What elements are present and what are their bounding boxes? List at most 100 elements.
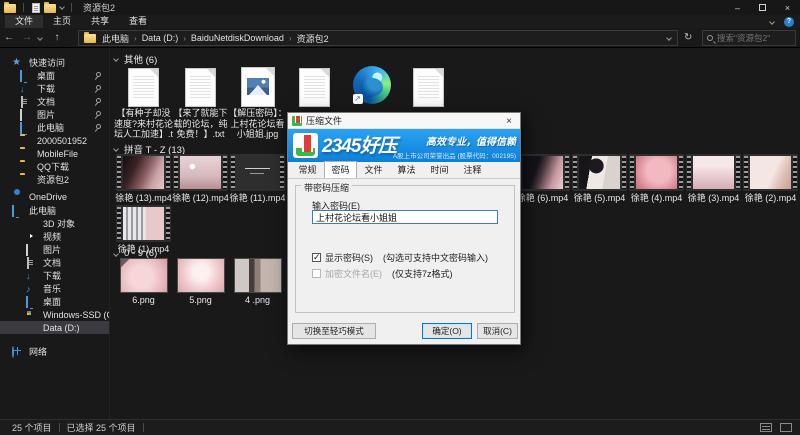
tab-files[interactable]: 文件 xyxy=(357,163,390,178)
navigation-pane: ★ 快速访问 桌面 ↓ 下载 文档 图片 此电脑 2000501952 xyxy=(0,48,110,419)
sidebar-item-pictures-pc[interactable]: 图片 xyxy=(0,243,109,256)
restore-button[interactable] xyxy=(750,0,775,15)
sidebar-network[interactable]: 网络 xyxy=(0,345,109,358)
encrypt-name-row: 加密文件名(E) (仅支持7z格式) xyxy=(312,267,453,280)
qat-new-folder-icon[interactable] xyxy=(44,4,56,13)
app-folder-icon xyxy=(4,4,16,13)
tab-comment[interactable]: 注释 xyxy=(456,163,489,178)
sidebar-this-pc[interactable]: 此电脑 xyxy=(0,204,109,217)
up-button[interactable]: ↑ xyxy=(48,32,66,43)
file-item-txt[interactable] xyxy=(400,62,457,108)
sidebar-item-folder[interactable]: 2000501952 xyxy=(0,134,109,147)
breadcrumb-current[interactable]: 资源包2 xyxy=(297,32,329,45)
file-item-txt[interactable]: 【来了就能下载的论坛，纯免费！】.txt xyxy=(172,62,229,140)
separator xyxy=(143,423,144,432)
cancel-button[interactable]: 取消(C) xyxy=(477,323,518,339)
tab-general[interactable]: 常规 xyxy=(291,163,324,178)
encrypt-name-label: 加密文件名(E) xyxy=(325,267,382,280)
breadcrumb-folder[interactable]: BaiduNetdiskDownload xyxy=(191,33,284,43)
file-item-txt[interactable] xyxy=(286,62,343,108)
file-item-video[interactable]: 徐艳 (4).mp4 xyxy=(628,154,685,204)
dialog-close-button[interactable]: × xyxy=(498,113,520,129)
sidebar-item-drive-d[interactable]: Data (D:) xyxy=(0,321,109,334)
file-item-video[interactable]: 徐艳 (13).mp4 xyxy=(115,154,172,204)
separator xyxy=(59,423,60,432)
haozip-app-icon xyxy=(292,116,302,126)
menu-tab-view[interactable]: 查看 xyxy=(119,15,157,28)
menu-tab-share[interactable]: 共享 xyxy=(81,15,119,28)
forward-button[interactable]: → xyxy=(18,32,36,43)
back-button[interactable]: ← xyxy=(0,32,18,43)
sidebar-item-downloads[interactable]: ↓ 下载 xyxy=(0,82,109,95)
search-box[interactable] xyxy=(702,30,796,46)
tab-algorithm[interactable]: 算法 xyxy=(390,163,423,178)
file-item-video[interactable]: 徐艳 (3).mp4 xyxy=(685,154,742,204)
txt-file-icon xyxy=(186,69,215,106)
file-item-txt[interactable]: 【有种子却没速度?来村花论坛人工加速】.txt xyxy=(115,62,172,140)
txt-file-icon xyxy=(129,69,158,106)
banner-subtitle: A股上市公司荣誉出品 (股票代码：002195) xyxy=(393,150,516,160)
close-button[interactable]: × xyxy=(775,0,800,15)
file-item-video[interactable]: 徐艳 (6).mp4 xyxy=(514,154,571,204)
sidebar-onedrive[interactable]: OneDrive xyxy=(0,190,109,203)
sidebar-item-desktop[interactable]: 桌面 xyxy=(0,69,109,82)
addressbar: ← → ↑ 此电脑 › Data (D:) › BaiduNetdiskDown… xyxy=(0,28,800,48)
password-input[interactable] xyxy=(312,210,498,224)
details-view-icon[interactable] xyxy=(760,423,772,432)
sidebar-item-downloads-pc[interactable]: ↓ 下载 xyxy=(0,269,109,282)
pin-icon xyxy=(94,72,101,79)
qat-chevron-down-icon[interactable] xyxy=(59,4,65,10)
ribbon-collapse-icon[interactable] xyxy=(769,19,775,25)
refresh-icon[interactable]: ↻ xyxy=(684,32,692,43)
sidebar-item-documents[interactable]: 文档 xyxy=(0,95,109,108)
sidebar-item-folder[interactable]: QQ下载 xyxy=(0,160,109,173)
recent-locations-chevron-icon[interactable] xyxy=(37,35,43,41)
file-item-video[interactable]: 徐艳 (5).mp4 xyxy=(571,154,628,204)
txt-file-icon xyxy=(300,69,329,106)
txt-file-icon xyxy=(414,69,443,106)
collapse-chevron-icon xyxy=(113,56,119,62)
file-item-video[interactable]: 徐艳 (2).mp4 xyxy=(742,154,799,204)
file-item-png[interactable]: 5.png xyxy=(172,258,229,306)
search-input[interactable] xyxy=(717,33,787,43)
sidebar-quick-access[interactable]: ★ 快速访问 xyxy=(0,56,109,69)
menu-tab-home[interactable]: 主页 xyxy=(43,15,81,28)
qat-properties-icon[interactable] xyxy=(32,3,40,13)
ok-button[interactable]: 确定(O) xyxy=(422,323,472,339)
file-item-video[interactable]: 徐艳 (11).mp4 xyxy=(229,154,286,204)
help-icon[interactable]: ? xyxy=(784,17,794,27)
sidebar-item-drive-c[interactable]: Windows-SSD (C:) xyxy=(0,308,109,321)
dialog-footer: 切换至轻巧模式 确定(O) 取消(C) xyxy=(288,317,520,344)
file-item-png[interactable]: 6.png xyxy=(115,258,172,306)
pc-icon xyxy=(12,205,14,217)
pc-icon xyxy=(20,122,22,134)
breadcrumb-this-pc[interactable]: 此电脑 xyxy=(102,32,129,45)
file-item-video[interactable]: 徐艳 (12).mp4 xyxy=(172,154,229,204)
tab-time[interactable]: 时间 xyxy=(423,163,456,178)
encrypt-name-hint: (仅支持7z格式) xyxy=(392,267,453,280)
sidebar-item-documents-pc[interactable]: 文档 xyxy=(0,256,109,269)
file-item-edge-shortcut[interactable]: ↗ xyxy=(343,62,400,108)
minimize-button[interactable]: – xyxy=(725,0,750,15)
dialog-titlebar[interactable]: 压缩文件 × xyxy=(288,113,520,129)
sidebar-item-folder[interactable]: MobileFile xyxy=(0,147,109,160)
breadcrumb-drive[interactable]: Data (D:) xyxy=(142,33,179,43)
compress-dialog: 压缩文件 × 2345好压 高效专业，值得信赖 A股上市公司荣誉出品 (股票代码… xyxy=(287,112,521,345)
show-password-checkbox[interactable] xyxy=(312,253,321,262)
address-box[interactable]: 此电脑 › Data (D:) › BaiduNetdiskDownload ›… xyxy=(78,30,678,46)
sidebar-item-music[interactable]: ♪ 音乐 xyxy=(0,282,109,295)
sidebar-item-pictures[interactable]: 图片 xyxy=(0,108,109,121)
file-item-png[interactable]: 4 .png xyxy=(229,258,286,306)
sidebar-item-thispc-pinned[interactable]: 此电脑 xyxy=(0,121,109,134)
sidebar-item-folder[interactable]: 资源包2 xyxy=(0,173,109,186)
address-dropdown-icon[interactable] xyxy=(666,35,672,41)
sidebar-item-3d-objects[interactable]: 3D 对象 xyxy=(0,217,109,230)
thumbnail-view-icon[interactable] xyxy=(780,423,792,432)
file-item-jpg[interactable]: 【解压密码】：上村花论坛看小姐姐.jpg xyxy=(229,62,286,140)
tab-password[interactable]: 密码 xyxy=(324,161,357,178)
menu-tab-file[interactable]: 文件 xyxy=(5,15,43,28)
sidebar-item-desktop-pc[interactable]: 桌面 xyxy=(0,295,109,308)
switch-mode-button[interactable]: 切换至轻巧模式 xyxy=(292,323,376,339)
sidebar-item-videos[interactable]: 视频 xyxy=(0,230,109,243)
show-password-row[interactable]: 显示密码(S) (勾选可支持中文密码输入) xyxy=(312,251,488,264)
